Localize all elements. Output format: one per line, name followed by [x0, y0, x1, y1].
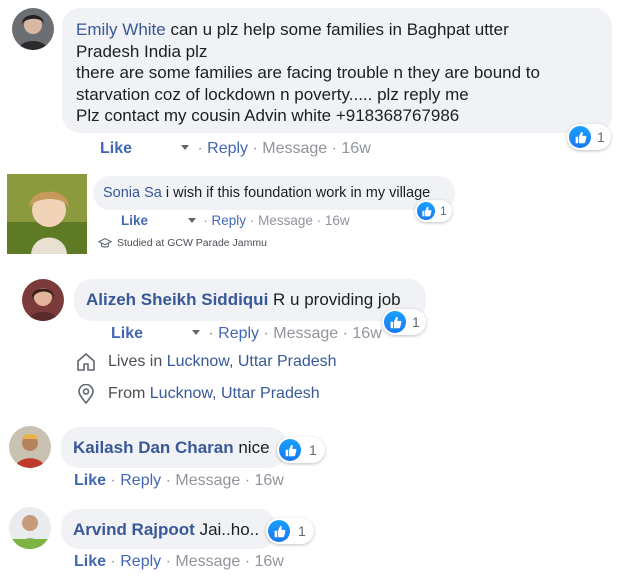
avatar[interactable] [22, 279, 64, 321]
location-pin-icon [78, 384, 94, 404]
like-link[interactable]: Like [121, 213, 148, 228]
timestamp[interactable]: 16w [325, 213, 350, 228]
reply-link[interactable]: Reply [120, 472, 161, 489]
comment-text: can u plz help some families in Baghpat … [170, 20, 509, 39]
comment-text: starvation coz of lockdown n poverty....… [76, 84, 469, 104]
like-link[interactable]: Like [74, 472, 106, 489]
reaction-badge[interactable]: 1 [382, 309, 426, 335]
avatar[interactable] [9, 507, 51, 549]
reply-link[interactable]: Reply [212, 213, 247, 228]
reaction-count: 1 [309, 442, 317, 458]
comment-actions: Like · Reply · Message · 16w [74, 553, 284, 570]
comment-bubble: Kailash Dan Charan nice [61, 427, 287, 468]
like-reaction-icon [384, 311, 406, 333]
lives-info: Lives in Lucknow, Uttar Pradesh [76, 352, 337, 372]
comment-text: Plz contact my cousin Advin white +91836… [76, 106, 460, 125]
comment-bubble: Arvind Rajpoot Jai..ho.. [61, 509, 276, 549]
like-link[interactable]: Like [74, 553, 106, 570]
commenter-name[interactable]: Sonia Sa [103, 185, 162, 201]
timestamp[interactable]: 16w [341, 140, 370, 157]
message-link[interactable]: Message [258, 213, 313, 228]
comment-text: nice [238, 438, 270, 457]
comment-bubble: Sonia Sa i wish if this foundation work … [93, 176, 455, 210]
graduation-cap-icon [98, 238, 112, 248]
comment-text: there are some families are facing troub… [76, 63, 540, 82]
reaction-badge[interactable]: 1 [415, 200, 452, 222]
from-info: From Lucknow, Uttar Pradesh [76, 384, 320, 404]
comment-actions: Like · Reply · Message · 16w [74, 472, 284, 489]
studied-info: Studied at GCW Parade Jammu [98, 237, 267, 249]
commenter-name[interactable]: Emily White [76, 20, 166, 39]
reaction-count: 1 [597, 129, 605, 145]
reply-link[interactable]: Reply [207, 140, 248, 157]
chevron-down-icon[interactable] [180, 145, 189, 151]
reaction-count: 1 [298, 523, 306, 539]
comment-actions: Like · Reply · Message · 16w [121, 213, 350, 228]
comment-bubble: Emily White can u plz help some families… [62, 8, 612, 133]
message-link[interactable]: Message [175, 472, 240, 489]
avatar[interactable] [9, 426, 51, 468]
comment-text: R u providing job [273, 290, 401, 309]
reaction-count: 1 [440, 204, 447, 218]
like-reaction-icon [417, 202, 435, 220]
lives-place-link[interactable]: Lucknow, Uttar Pradesh [167, 353, 337, 371]
message-link[interactable]: Message [175, 553, 240, 570]
like-reaction-icon [279, 439, 301, 461]
avatar[interactable] [12, 8, 54, 50]
like-link[interactable]: Like [100, 140, 132, 157]
like-reaction-icon [569, 126, 591, 148]
reaction-badge[interactable]: 1 [266, 518, 314, 544]
chevron-down-icon[interactable] [191, 330, 200, 336]
reply-link[interactable]: Reply [218, 325, 259, 342]
from-prefix: From [108, 385, 146, 402]
reaction-badge[interactable]: 1 [277, 437, 325, 463]
message-link[interactable]: Message [262, 140, 327, 157]
chevron-down-icon[interactable] [187, 217, 196, 223]
comment-actions: Like · Reply · Message · 16w [111, 325, 382, 342]
home-icon [77, 353, 95, 371]
like-link[interactable]: Like [111, 325, 143, 342]
studied-text: Studied at GCW Parade Jammu [117, 237, 267, 249]
comment-bubble: Alizeh Sheikh Siddiqui R u providing job [74, 279, 426, 321]
from-place-link[interactable]: Lucknow, Uttar Pradesh [150, 385, 320, 403]
like-reaction-icon [268, 520, 290, 542]
comment-actions: Like · Reply · Message · 16w [100, 140, 371, 157]
avatar[interactable] [7, 174, 87, 254]
commenter-name[interactable]: Kailash Dan Charan [73, 438, 234, 457]
timestamp[interactable]: 16w [255, 472, 284, 489]
commenter-name[interactable]: Alizeh Sheikh Siddiqui [86, 290, 268, 309]
reaction-count: 1 [412, 314, 420, 330]
timestamp[interactable]: 16w [352, 325, 381, 342]
lives-prefix: Lives in [108, 353, 163, 370]
comment-text: Pradesh India plz [76, 41, 208, 61]
reaction-badge[interactable]: 1 [567, 124, 611, 150]
comment-text: i wish if this foundation work in my vil… [165, 185, 431, 201]
timestamp[interactable]: 16w [255, 553, 284, 570]
message-link[interactable]: Message [273, 325, 338, 342]
reply-link[interactable]: Reply [120, 553, 161, 570]
commenter-name[interactable]: Arvind Rajpoot [73, 520, 195, 539]
comment-text: Jai..ho.. [199, 520, 260, 539]
